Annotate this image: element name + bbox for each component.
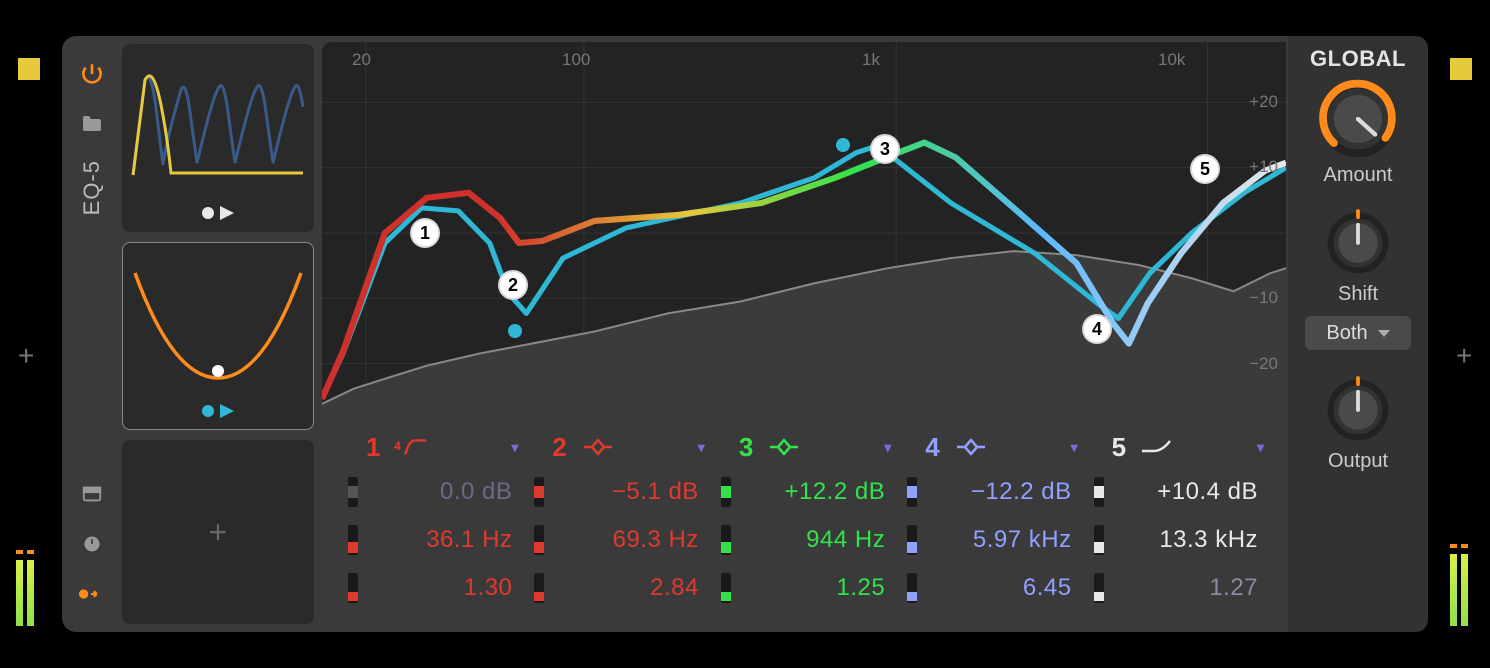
band-number: 4	[925, 432, 939, 463]
band-number: 5	[1112, 432, 1126, 463]
channel-value: Both	[1326, 322, 1367, 345]
amount-knob[interactable]	[1315, 76, 1401, 162]
filter-type-icon[interactable]	[954, 437, 988, 457]
band-handle-4[interactable]: 4	[1082, 314, 1112, 344]
output-knob[interactable]	[1320, 372, 1396, 448]
band-number: 2	[552, 432, 566, 463]
band-freq[interactable]: 13.3 kHz	[1094, 520, 1278, 560]
band-peak-dot	[836, 138, 850, 152]
input-meter	[16, 560, 50, 626]
band-q[interactable]: 1.27	[1094, 568, 1278, 608]
power-icon[interactable]	[78, 60, 106, 88]
band-q[interactable]: 1.30	[348, 568, 532, 608]
band-menu-button[interactable]: ▾	[1257, 439, 1264, 456]
band-number: 3	[739, 432, 753, 463]
route-icon[interactable]	[78, 580, 106, 608]
band-menu-button[interactable]: ▾	[884, 439, 891, 456]
band-gain[interactable]: −12.2 dB	[907, 472, 1091, 512]
x-tick-20: 20	[352, 50, 371, 70]
global-title: GLOBAL	[1310, 46, 1406, 72]
device-name-label: EQ-5	[79, 160, 105, 215]
window-icon[interactable]	[78, 480, 106, 508]
band-menu-button[interactable]: ▾	[511, 439, 518, 456]
band-q[interactable]: 2.84	[534, 568, 718, 608]
filter-type-icon[interactable]: 4	[394, 437, 428, 457]
add-device-before[interactable]: +	[18, 340, 34, 372]
arrow-right-icon	[220, 206, 234, 220]
band-handle-5[interactable]: 5	[1190, 154, 1220, 184]
band-gain[interactable]: −5.1 dB	[534, 472, 718, 512]
y-tick-p10: +10	[1249, 157, 1278, 177]
band-number: 1	[366, 432, 380, 463]
amount-label: Amount	[1324, 164, 1393, 187]
shift-label: Shift	[1338, 283, 1378, 306]
band-handle-1[interactable]: 1	[410, 218, 440, 248]
band-column-1: 1 4 ▾ 0.0 dB 36.1 Hz 1.30	[348, 430, 532, 624]
band-freq[interactable]: 69.3 Hz	[534, 520, 718, 560]
plus-icon: +	[209, 514, 228, 551]
chain-slots: +	[122, 36, 322, 632]
band-dip-dot	[508, 324, 522, 338]
band-menu-button[interactable]: ▾	[1071, 439, 1078, 456]
chevron-down-icon	[1378, 330, 1390, 337]
svg-text:4: 4	[394, 439, 401, 453]
eq5-device: EQ-5	[62, 36, 1428, 632]
add-device-after[interactable]: +	[1456, 340, 1472, 372]
y-tick-m10: −10	[1249, 288, 1278, 308]
chain-slot-add[interactable]: +	[122, 440, 314, 624]
band-handle-3[interactable]: 3	[870, 134, 900, 164]
filter-type-icon[interactable]	[1140, 437, 1174, 457]
band-column-5: 5 ▾ +10.4 dB 13.3 kHz 1.27	[1094, 430, 1278, 624]
y-tick-m20: −20	[1249, 354, 1278, 374]
shift-knob[interactable]	[1320, 205, 1396, 281]
output-meter	[1450, 554, 1484, 626]
band-freq[interactable]: 5.97 kHz	[907, 520, 1091, 560]
band-gain[interactable]: +10.4 dB	[1094, 472, 1278, 512]
band-menu-button[interactable]: ▾	[698, 439, 705, 456]
band-params: 1 4 ▾ 0.0 dB 36.1 Hz 1.30 2 ▾ −5.1 dB 69…	[322, 424, 1288, 624]
eq-graph[interactable]: 20 100 1k 10k +20 +10 −10 −20 1 2 3 4 5	[322, 42, 1286, 424]
band-q[interactable]: 6.45	[907, 568, 1091, 608]
x-tick-1k: 1k	[862, 50, 880, 70]
band-gain[interactable]: +12.2 dB	[721, 472, 905, 512]
band-column-2: 2 ▾ −5.1 dB 69.3 Hz 2.84	[534, 430, 718, 624]
band-freq[interactable]: 944 Hz	[721, 520, 905, 560]
band-freq[interactable]: 36.1 Hz	[348, 520, 532, 560]
channel-select[interactable]: Both	[1305, 316, 1411, 350]
band-handle-2[interactable]: 2	[498, 270, 528, 300]
clock-icon[interactable]	[78, 530, 106, 558]
chain-slot-1[interactable]	[122, 44, 314, 232]
arrow-right-icon	[220, 404, 234, 418]
folder-icon[interactable]	[78, 110, 106, 138]
band-column-3: 3 ▾ +12.2 dB 944 Hz 1.25	[721, 430, 905, 624]
chain-slot-2[interactable]	[122, 242, 314, 430]
marker-top-left	[18, 58, 40, 80]
marker-top-right	[1450, 58, 1472, 80]
device-rail: EQ-5	[62, 36, 122, 632]
y-tick-p20: +20	[1249, 92, 1278, 112]
x-tick-100: 100	[562, 50, 590, 70]
band-column-4: 4 ▾ −12.2 dB 5.97 kHz 6.45	[907, 430, 1091, 624]
slot2-route-dot	[202, 405, 214, 417]
band-q[interactable]: 1.25	[721, 568, 905, 608]
global-panel: GLOBAL Amount	[1288, 36, 1428, 632]
filter-type-icon[interactable]	[767, 437, 801, 457]
filter-type-icon[interactable]	[581, 437, 615, 457]
slot1-route-dot	[202, 207, 214, 219]
output-label: Output	[1328, 450, 1388, 473]
x-tick-10k: 10k	[1158, 50, 1185, 70]
band-gain[interactable]: 0.0 dB	[348, 472, 532, 512]
